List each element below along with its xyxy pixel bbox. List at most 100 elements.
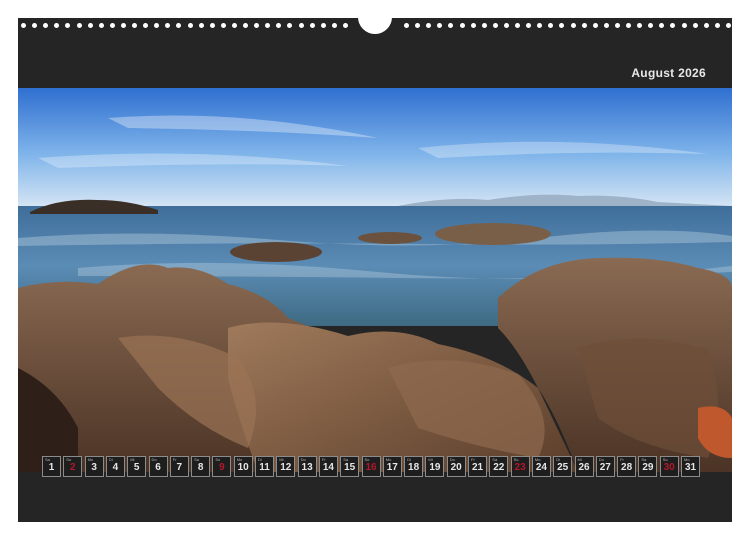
day-number: 9 (219, 462, 225, 473)
binding-hole-icon (626, 23, 631, 28)
binding-hole-icon (592, 23, 598, 28)
binding-hole-icon (503, 23, 509, 28)
day-number: 2 (70, 462, 76, 473)
binding-hole-icon (714, 23, 720, 28)
binding-hole-icon (254, 23, 260, 28)
day-number: 19 (429, 462, 441, 473)
binding-hole-icon (154, 23, 160, 28)
binding-hole-icon (276, 23, 282, 28)
day-number: 29 (642, 462, 654, 473)
day-number: 8 (197, 462, 204, 473)
binding-hole-icon (448, 23, 454, 28)
day-cell: Mo 10 (233, 456, 253, 477)
binding-hole-icon (459, 23, 465, 28)
binding-hole-icon (492, 23, 498, 28)
binding-hole-icon (132, 23, 137, 28)
binding-hole-icon (21, 23, 26, 28)
day-number: 22 (493, 462, 505, 473)
binding-hole-icon (76, 23, 82, 28)
rock (435, 223, 551, 245)
binding-hole-icon (65, 23, 71, 28)
binding-hole-icon (415, 23, 421, 28)
day-cell: Do 6 (148, 456, 168, 477)
binding-hole-icon (298, 23, 304, 28)
day-cell: So 30 (659, 456, 679, 477)
day-number: 15 (344, 462, 356, 473)
day-cell: So 2 (63, 456, 83, 477)
day-cell: So 9 (212, 456, 232, 477)
day-cell: Mo 17 (382, 456, 402, 477)
binding-hole-icon (309, 23, 315, 28)
day-number: 3 (91, 462, 97, 473)
day-number: 7 (176, 462, 183, 473)
binding-hole-icon (98, 23, 104, 28)
binding-hole-icon (187, 23, 193, 28)
day-number: 28 (621, 462, 633, 473)
day-number: 4 (112, 462, 119, 473)
binding-hole-icon (265, 23, 271, 28)
binding-hole-icon (198, 23, 204, 28)
binding-hole-icon (659, 23, 665, 28)
binding-hole-icon (231, 23, 237, 28)
day-cell: Mi 26 (574, 456, 594, 477)
binding-hole-icon (681, 23, 687, 28)
day-number: 16 (365, 462, 377, 473)
day-cell: Do 27 (595, 456, 615, 477)
day-cell: Fr 7 (169, 456, 189, 477)
binding-hole-icon (437, 23, 443, 28)
binding-hole-icon (220, 23, 226, 28)
day-number: 5 (133, 462, 140, 473)
day-cell: So 23 (510, 456, 530, 477)
binding-hole-icon (537, 23, 543, 28)
binding-hole-icon (515, 23, 520, 28)
day-cell: Fr 14 (318, 456, 338, 477)
day-number: 10 (237, 462, 249, 473)
day-cell: So 16 (361, 456, 381, 477)
day-number: 13 (301, 462, 313, 473)
binding-hole-icon (637, 23, 643, 28)
day-cell: Sa 15 (340, 456, 360, 477)
binding-hole-icon (670, 23, 676, 28)
month-title: August 2026 (631, 66, 706, 80)
binding-hole-icon (481, 23, 487, 28)
day-number: 6 (155, 462, 161, 473)
binding-hole-icon (548, 23, 554, 28)
day-cell: Mo 31 (681, 456, 700, 477)
binding-hole-icon (648, 23, 654, 28)
day-number: 1 (48, 462, 55, 473)
binding-hole-icon (470, 23, 476, 28)
day-number: 24 (535, 462, 547, 473)
binding-hole-icon (165, 23, 171, 28)
binding-hole-icon (120, 23, 126, 28)
day-cell: Sa 29 (638, 456, 658, 477)
binding-hole-icon (559, 23, 565, 28)
binding-hole-icon (581, 23, 587, 28)
day-cell: Fr 28 (617, 456, 637, 477)
day-cell: Fr 21 (468, 456, 487, 477)
day-number: 17 (386, 462, 398, 473)
day-number: 11 (259, 462, 270, 473)
day-cell: Di 4 (105, 456, 125, 477)
day-cell: Sa 8 (191, 456, 211, 477)
day-cell: Mi 19 (425, 456, 445, 477)
day-number: 12 (280, 462, 292, 473)
day-cell: Do 20 (446, 456, 466, 477)
day-cell: Mo 24 (531, 456, 551, 477)
binding-hole-icon (176, 23, 182, 28)
rock (230, 242, 322, 262)
wall-calendar-page: August 2026 Sa 1 So 2 Mo 3 Di 4 Mi 5 Do … (18, 16, 732, 522)
day-cell: Mi 5 (127, 456, 147, 477)
binding-hole-icon (614, 23, 620, 28)
day-number: 27 (599, 462, 611, 473)
binding-hole-icon (426, 23, 432, 28)
coastal-rocks-photo (18, 88, 732, 472)
binding-hole-icon (32, 23, 38, 28)
binding-hole-icon (725, 23, 731, 28)
day-number: 23 (514, 462, 526, 473)
binding-hole-icon (287, 23, 293, 28)
binding-hole-icon (603, 23, 609, 28)
day-number: 14 (322, 462, 334, 473)
day-number: 31 (684, 462, 697, 473)
day-number: 21 (471, 462, 484, 473)
binding-hole-icon (703, 23, 709, 28)
